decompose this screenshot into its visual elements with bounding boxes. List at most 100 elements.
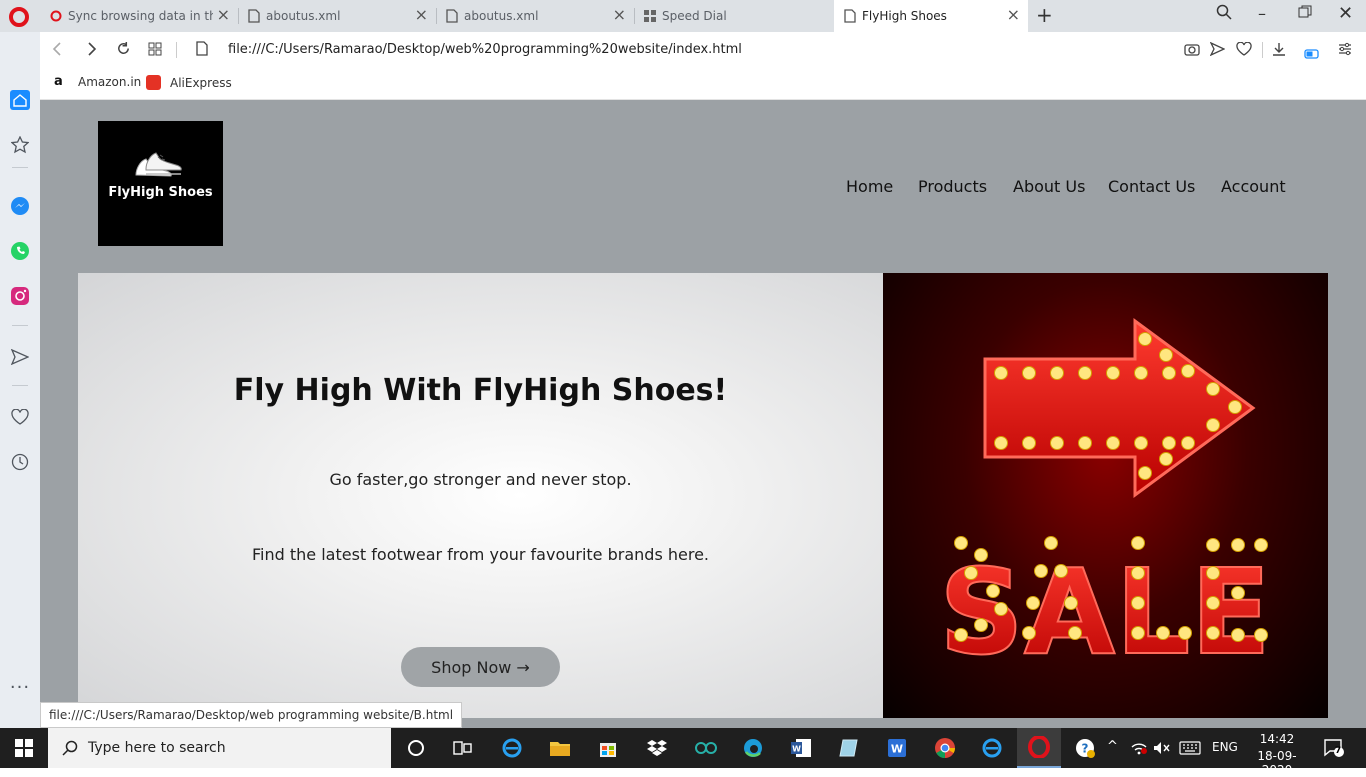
tab-aboutus-2[interactable]: aboutus.xml × bbox=[436, 0, 634, 32]
internet-explorer-icon[interactable] bbox=[500, 736, 524, 760]
opera-menu-icon[interactable] bbox=[9, 7, 29, 27]
player-send-icon[interactable] bbox=[10, 347, 30, 367]
marquee-bulb bbox=[1050, 366, 1064, 380]
send-icon[interactable] bbox=[1209, 41, 1226, 60]
keyboard-icon[interactable] bbox=[1178, 736, 1202, 760]
show-hidden-icons-icon[interactable]: ^ bbox=[1107, 739, 1118, 754]
heart-icon[interactable] bbox=[10, 407, 30, 427]
document-icon bbox=[446, 9, 458, 23]
windows-start-icon[interactable] bbox=[12, 736, 36, 760]
close-window-icon[interactable]: ✕ bbox=[1338, 3, 1353, 24]
svg-text:W: W bbox=[891, 743, 903, 756]
internet-explorer-icon[interactable] bbox=[980, 736, 1004, 760]
tab-speed-dial[interactable]: Speed Dial × bbox=[634, 0, 832, 32]
tab-sync[interactable]: Sync browsing data in the × bbox=[40, 0, 238, 32]
marquee-bulb bbox=[1178, 626, 1192, 640]
camera-icon[interactable] bbox=[1184, 41, 1200, 60]
arduino-icon[interactable] bbox=[694, 736, 718, 760]
minimize-icon[interactable]: – bbox=[1258, 4, 1266, 23]
star-icon[interactable] bbox=[10, 135, 30, 155]
cortana-icon[interactable] bbox=[404, 736, 428, 760]
maximize-icon[interactable] bbox=[1298, 4, 1312, 23]
sale-promo-image[interactable]: SALE bbox=[883, 273, 1328, 718]
tab-aboutus-1[interactable]: aboutus.xml × bbox=[238, 0, 436, 32]
nav-contact-us[interactable]: Contact Us bbox=[1108, 177, 1195, 196]
network-icon[interactable] bbox=[1127, 736, 1151, 760]
home-icon[interactable] bbox=[10, 90, 30, 110]
marquee-bulb bbox=[1138, 332, 1152, 346]
close-tab-icon[interactable]: × bbox=[613, 7, 626, 23]
shoe-icon bbox=[135, 152, 182, 177]
tab-bar: Sync browsing data in the × aboutus.xml … bbox=[0, 0, 1366, 32]
chrome-icon[interactable] bbox=[933, 736, 957, 760]
wps-office-icon[interactable]: W bbox=[885, 736, 909, 760]
page-info-icon[interactable] bbox=[196, 41, 208, 60]
marquee-bulb bbox=[1068, 626, 1082, 640]
heart-icon[interactable] bbox=[1236, 41, 1252, 60]
close-tab-icon[interactable]: × bbox=[1007, 7, 1020, 23]
bookmark-amazon[interactable]: a Amazon.in bbox=[54, 75, 141, 90]
marquee-bulb bbox=[1131, 596, 1145, 610]
marquee-bulb bbox=[1156, 626, 1170, 640]
reload-icon[interactable] bbox=[116, 41, 131, 60]
word-icon[interactable]: W bbox=[789, 736, 813, 760]
close-tab-icon[interactable]: × bbox=[217, 7, 230, 23]
shop-now-button[interactable]: Shop Now → bbox=[401, 647, 560, 687]
marquee-bulb bbox=[1134, 436, 1148, 450]
nav-about-us[interactable]: About Us bbox=[1013, 177, 1085, 196]
tab-label: aboutus.xml bbox=[464, 9, 539, 23]
taskbar-search[interactable]: Type here to search bbox=[48, 728, 391, 768]
more-icon[interactable]: ··· bbox=[10, 677, 30, 698]
marquee-bulb bbox=[1054, 564, 1068, 578]
search-tabs-icon[interactable] bbox=[1216, 4, 1232, 24]
notes-app-icon[interactable] bbox=[837, 736, 861, 760]
nav-account[interactable]: Account bbox=[1221, 177, 1286, 196]
download-icon[interactable] bbox=[1272, 41, 1286, 60]
opera-sidebar: ··· bbox=[0, 32, 40, 728]
forward-icon[interactable] bbox=[86, 41, 98, 60]
back-icon[interactable] bbox=[52, 41, 64, 60]
new-tab-icon[interactable]: + bbox=[1036, 3, 1053, 27]
marquee-bulb bbox=[994, 366, 1008, 380]
nav-home[interactable]: Home bbox=[846, 177, 893, 196]
marquee-bulb bbox=[994, 436, 1008, 450]
easy-setup-icon[interactable] bbox=[1338, 41, 1352, 60]
dropbox-icon[interactable] bbox=[645, 736, 669, 760]
url-field[interactable]: file:///C:/Users/Ramarao/Desktop/web%20p… bbox=[228, 42, 742, 57]
tab-flyhigh[interactable]: FlyHigh Shoes × bbox=[834, 0, 1028, 32]
help-icon[interactable]: ? bbox=[1073, 736, 1097, 760]
opera-icon bbox=[50, 10, 62, 22]
link-preview-status: file:///C:/Users/Ramarao/Desktop/web pro… bbox=[40, 702, 463, 728]
language-indicator[interactable]: ENG bbox=[1212, 740, 1238, 754]
marquee-bulb bbox=[1106, 436, 1120, 450]
close-tab-icon[interactable]: × bbox=[415, 7, 428, 23]
nav-products[interactable]: Products bbox=[918, 177, 987, 196]
edge-icon[interactable] bbox=[741, 736, 765, 760]
battery-saver-icon[interactable] bbox=[1304, 44, 1320, 63]
marquee-bulb bbox=[1022, 626, 1036, 640]
microsoft-store-icon[interactable] bbox=[596, 736, 620, 760]
file-explorer-icon[interactable] bbox=[548, 736, 572, 760]
tabs-grid-icon[interactable] bbox=[148, 41, 162, 60]
task-view-icon[interactable] bbox=[451, 736, 475, 760]
marquee-bulb bbox=[1181, 436, 1195, 450]
clock[interactable]: 14:42 18-09-2020 bbox=[1249, 732, 1305, 777]
history-icon[interactable] bbox=[10, 452, 30, 472]
opera-taskbar-button[interactable] bbox=[1017, 728, 1061, 768]
svg-text:W: W bbox=[792, 745, 801, 754]
site-logo[interactable]: FlyHigh Shoes bbox=[98, 121, 223, 246]
marquee-bulb bbox=[1228, 400, 1242, 414]
sale-text: SALE bbox=[939, 543, 1271, 681]
notification-center-icon[interactable]: 7 bbox=[1322, 736, 1346, 760]
marquee-bulb bbox=[1159, 348, 1173, 362]
messenger-icon[interactable] bbox=[10, 196, 30, 216]
whatsapp-icon[interactable] bbox=[10, 241, 30, 261]
volume-muted-icon[interactable] bbox=[1150, 736, 1174, 760]
instagram-icon[interactable] bbox=[10, 286, 30, 306]
marquee-bulb bbox=[1044, 536, 1058, 550]
marquee-bulb bbox=[1206, 418, 1220, 432]
marquee-bulb bbox=[1231, 586, 1245, 600]
marquee-bulb bbox=[1034, 564, 1048, 578]
marquee-bulb bbox=[1131, 626, 1145, 640]
bookmark-aliexpress[interactable]: AliExpress bbox=[146, 75, 232, 90]
